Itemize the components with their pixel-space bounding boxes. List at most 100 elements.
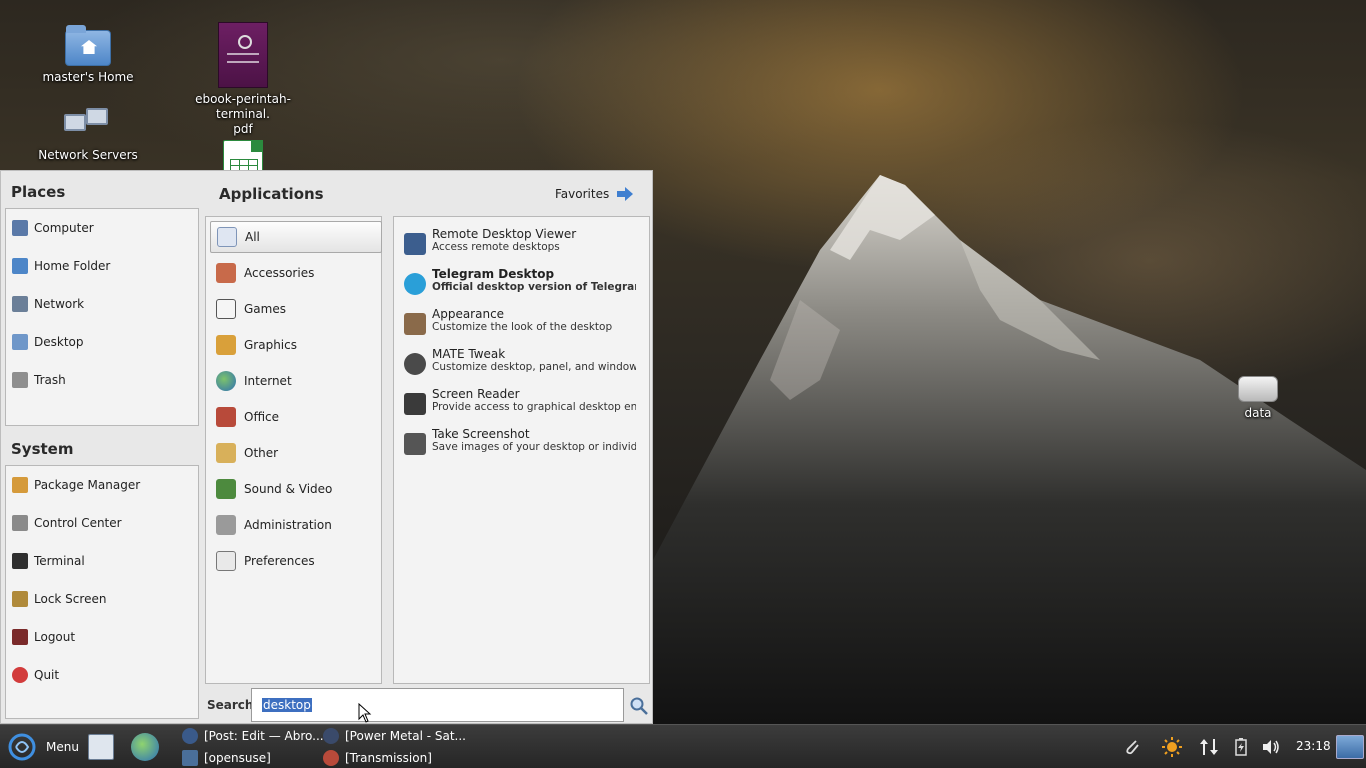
app-name: Appearance xyxy=(432,307,505,321)
system-item-quit[interactable]: Quit xyxy=(12,661,59,689)
applications-title: Applications xyxy=(219,185,324,203)
system-item-label: Logout xyxy=(34,630,76,644)
music-icon xyxy=(323,728,339,744)
computer-icon xyxy=(12,220,28,236)
telegram-icon xyxy=(404,273,426,295)
places-item-home[interactable]: Home Folder xyxy=(12,252,110,280)
mouse-cursor-icon xyxy=(358,703,372,723)
app-name: Take Screenshot xyxy=(432,427,530,441)
places-item-network[interactable]: Network xyxy=(12,290,84,318)
system-item-package-manager[interactable]: Package Manager xyxy=(12,471,140,499)
desktop-icon-data[interactable]: data xyxy=(1188,376,1328,420)
other-icon xyxy=(216,443,236,463)
task-music[interactable]: [Power Metal - Sat... xyxy=(323,728,466,744)
volume-icon[interactable] xyxy=(1261,737,1281,757)
browser-icon xyxy=(182,728,198,744)
paperclip-icon[interactable] xyxy=(1122,737,1142,757)
category-internet[interactable]: Internet xyxy=(210,365,382,397)
app-name: Remote Desktop Viewer xyxy=(432,227,577,241)
category-other[interactable]: Other xyxy=(210,437,382,469)
category-label: Graphics xyxy=(244,338,297,352)
category-games[interactable]: Games xyxy=(210,293,382,325)
category-all[interactable]: All xyxy=(210,221,382,253)
system-panel: Package Manager Control Center Terminal … xyxy=(5,465,199,719)
apps-panel: Remote Desktop Viewer Access remote desk… xyxy=(393,216,650,684)
app-name: Telegram Desktop xyxy=(432,267,555,281)
category-graphics[interactable]: Graphics xyxy=(210,329,382,361)
accessories-icon xyxy=(216,263,236,283)
app-take-screenshot[interactable]: Take Screenshot Save images of your desk… xyxy=(404,427,644,463)
file-manager-icon[interactable] xyxy=(88,734,114,760)
categories-panel: All Accessories Games Graphics Internet … xyxy=(205,216,382,684)
desktop-icon-network-servers[interactable]: Network Servers xyxy=(18,108,158,162)
desktop-icon-home[interactable]: master's Home xyxy=(18,25,158,84)
desktop-icon-label: ebook-perintah-terminal. pdf xyxy=(173,92,313,137)
system-item-control-center[interactable]: Control Center xyxy=(12,509,122,537)
category-label: Preferences xyxy=(244,554,315,568)
appearance-icon xyxy=(404,313,426,335)
office-icon xyxy=(216,407,236,427)
app-desc: Official desktop version of Telegram mes… xyxy=(432,281,636,293)
system-item-label: Control Center xyxy=(34,516,122,530)
show-desktop-icon[interactable] xyxy=(1336,735,1364,759)
transmission-icon xyxy=(323,750,339,766)
menu-label: Menu xyxy=(46,740,79,754)
favorites-button[interactable]: Favorites xyxy=(555,187,634,201)
category-preferences[interactable]: Preferences xyxy=(210,545,382,577)
battery-icon[interactable] xyxy=(1231,737,1251,757)
clock[interactable]: 23:18 xyxy=(1296,739,1331,753)
spreadsheet-icon xyxy=(223,140,263,170)
places-title: Places xyxy=(11,183,66,201)
terminal-icon xyxy=(12,553,28,569)
update-sun-icon[interactable] xyxy=(1162,737,1182,757)
app-desc: Access remote desktops xyxy=(432,241,560,253)
task-label: [Power Metal - Sat... xyxy=(345,729,466,743)
app-appearance[interactable]: Appearance Customize the look of the des… xyxy=(404,307,644,343)
system-item-label: Quit xyxy=(34,668,60,682)
places-item-desktop[interactable]: Desktop xyxy=(12,328,84,356)
category-label: Games xyxy=(244,302,286,316)
category-administration[interactable]: Administration xyxy=(210,509,382,541)
app-screen-reader[interactable]: Screen Reader Provide access to graphica… xyxy=(404,387,644,423)
task-label: [opensuse] xyxy=(204,751,271,765)
app-desc: Customize the look of the desktop xyxy=(432,321,613,333)
desktop-icon-spreadsheet[interactable] xyxy=(173,140,313,170)
search-icon[interactable] xyxy=(629,696,649,716)
places-item-computer[interactable]: Computer xyxy=(12,214,94,242)
app-name: Screen Reader xyxy=(432,387,520,401)
desktop-icon-label: Network Servers xyxy=(38,148,138,162)
places-item-trash[interactable]: Trash xyxy=(12,366,66,394)
task-transmission[interactable]: [Transmission] xyxy=(323,750,432,766)
app-mate-tweak[interactable]: MATE Tweak Customize desktop, panel, and… xyxy=(404,347,644,383)
category-sound-video[interactable]: Sound & Video xyxy=(210,473,382,505)
all-apps-icon xyxy=(217,227,237,247)
category-label: Administration xyxy=(244,518,332,532)
task-label: [Post: Edit — Abro... xyxy=(204,729,324,743)
system-item-terminal[interactable]: Terminal xyxy=(12,547,85,575)
system-item-label: Package Manager xyxy=(34,478,141,492)
system-item-lock-screen[interactable]: Lock Screen xyxy=(12,585,106,613)
screen-reader-icon xyxy=(404,393,426,415)
desktop-icon-pdf[interactable]: ebook-perintah-terminal. pdf xyxy=(173,22,313,137)
favorites-label: Favorites xyxy=(555,187,610,201)
remote-desktop-icon xyxy=(404,233,426,255)
places-panel: Computer Home Folder Network Desktop Tra… xyxy=(5,208,199,426)
task-opensuse[interactable]: [opensuse] xyxy=(182,750,271,766)
app-remote-desktop-viewer[interactable]: Remote Desktop Viewer Access remote desk… xyxy=(404,227,644,263)
task-browser[interactable]: [Post: Edit — Abro... xyxy=(182,728,324,744)
games-icon xyxy=(216,299,236,319)
system-item-logout[interactable]: Logout xyxy=(12,623,75,651)
app-telegram-desktop[interactable]: Telegram Desktop Official desktop versio… xyxy=(404,267,644,303)
app-desc: Customize desktop, panel, and window man… xyxy=(432,361,636,373)
arrow-right-icon xyxy=(617,187,634,201)
category-label: Internet xyxy=(244,374,292,388)
network-transfer-icon[interactable] xyxy=(1199,737,1219,757)
lock-icon xyxy=(12,591,28,607)
category-office[interactable]: Office xyxy=(210,401,382,433)
task-label: [Transmission] xyxy=(345,751,432,765)
web-browser-icon[interactable] xyxy=(131,733,159,761)
menu-button[interactable]: Menu xyxy=(6,731,79,763)
administration-icon xyxy=(216,515,236,535)
pdf-book-icon xyxy=(218,22,268,88)
category-accessories[interactable]: Accessories xyxy=(210,257,382,289)
